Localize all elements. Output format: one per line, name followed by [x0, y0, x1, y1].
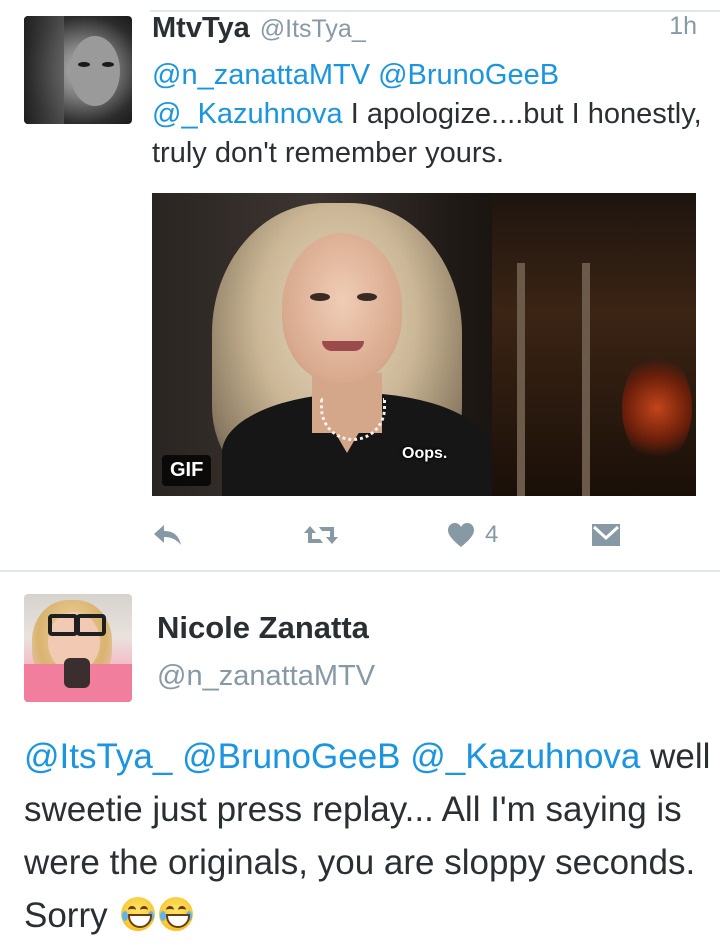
avatar-glasses [48, 614, 78, 636]
tears-of-joy-emoji-icon [121, 897, 156, 931]
tweet-actions: 4 [152, 516, 696, 554]
emoji-eye [178, 906, 187, 914]
gif-media[interactable]: Oops. GIF [152, 193, 696, 496]
direct-message-button[interactable] [590, 516, 622, 554]
tweet-header: MtvTya @ItsTya_ 1h [152, 12, 697, 48]
retweet-button[interactable] [302, 516, 340, 554]
author-name[interactable]: MtvTya [152, 12, 250, 45]
mention-link[interactable]: @BrunoGeeB [182, 737, 400, 776]
timestamp[interactable]: 1h [669, 12, 697, 41]
heart-icon [448, 523, 474, 547]
reply-icon [154, 525, 181, 545]
emoji-eye [140, 906, 149, 914]
mention-link[interactable]: @_Kazuhnova [152, 98, 343, 130]
avatar[interactable] [24, 16, 132, 124]
gif-figure-face [282, 233, 402, 383]
mention-link[interactable]: @n_zanattaMTV [152, 59, 370, 91]
emoji-mouth [128, 914, 153, 928]
tweet-text: @n_zanattaMTV @BrunoGeeB @_Kazuhnova I a… [152, 56, 707, 173]
mention-link[interactable]: @BrunoGeeB [378, 59, 559, 91]
gif-figure-eye [310, 293, 330, 301]
reply-button[interactable] [152, 516, 184, 554]
avatar-hair [24, 16, 64, 124]
author-handle[interactable]: @ItsTya_ [260, 15, 366, 44]
gif-figure-eye [357, 293, 377, 301]
gif-figure-mouth [322, 341, 364, 351]
direct-message-icon [592, 524, 620, 546]
avatar-face [70, 36, 120, 106]
gif-badge: GIF [162, 455, 212, 486]
tears-of-joy-emoji-icon [159, 897, 194, 931]
mention-link[interactable]: @ItsTya_ [24, 737, 172, 776]
gif-background [622, 353, 692, 463]
emoji-eye [128, 906, 137, 914]
author-handle[interactable]: @n_zanattaMTV [157, 660, 375, 693]
like-button[interactable]: 4 [447, 516, 498, 554]
emoji-eye [166, 906, 175, 914]
avatar-eye [102, 62, 114, 67]
avatar-phone [64, 658, 90, 688]
emoji-mouth [166, 914, 191, 928]
gif-background [582, 263, 590, 496]
tweet-divider [0, 570, 720, 572]
tweet-text: @ItsTya_ @BrunoGeeB @_Kazuhnova well swe… [24, 730, 714, 942]
mention-link[interactable]: @_Kazuhnova [410, 737, 640, 776]
avatar-eye [78, 62, 90, 67]
like-count: 4 [485, 521, 499, 548]
avatar[interactable] [24, 594, 132, 702]
retweet-icon [304, 526, 338, 544]
gif-background [517, 263, 525, 496]
avatar-glasses [76, 614, 106, 636]
gif-caption: Oops. [402, 445, 448, 462]
author-name[interactable]: Nicole Zanatta [157, 610, 369, 646]
